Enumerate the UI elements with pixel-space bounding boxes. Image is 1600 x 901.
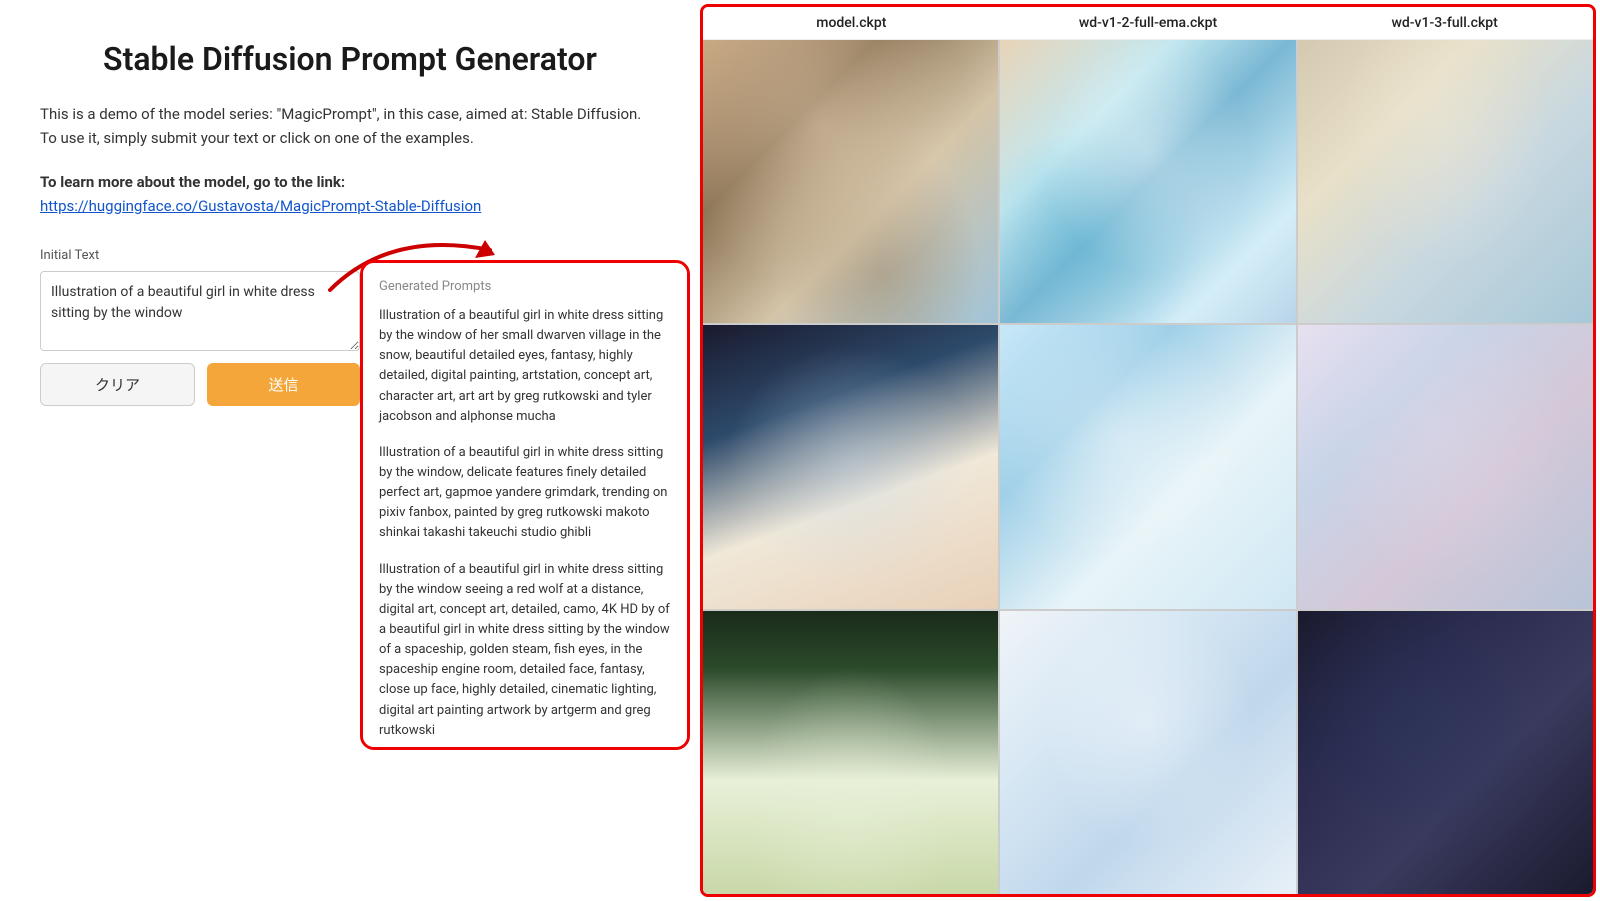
grid-image-2 [1000,40,1295,323]
right-panel: model.ckpt wd-v1-2-full-ema.ckpt wd-v1-3… [700,4,1596,897]
initial-text-input[interactable]: Illustration of a beautiful girl in whit… [40,271,360,351]
learn-more-link[interactable]: https://huggingface.co/Gustavosta/MagicP… [40,197,481,215]
clear-button[interactable]: クリア [40,363,195,406]
generated-prompts-box: Generated Prompts Illustration of a beau… [360,260,690,750]
page-title: Stable Diffusion Prompt Generator [40,40,660,78]
learn-more-label: To learn more about the model, go to the… [40,173,345,191]
grid-image-5 [1000,325,1295,608]
image-grid [703,40,1593,894]
model-header: model.ckpt wd-v1-2-full-ema.ckpt wd-v1-3… [703,7,1593,40]
description-text: This is a demo of the model series: "Mag… [40,102,660,150]
model-col-1: model.ckpt [703,15,1000,31]
grid-image-8 [1000,611,1295,894]
grid-image-1 [703,40,998,323]
model-col-3: wd-v1-3-full.ckpt [1296,15,1593,31]
submit-button[interactable]: 送信 [207,363,360,406]
prompt-2: Illustration of a beautiful girl in whit… [379,443,671,544]
grid-image-9 [1298,611,1593,894]
left-panel: Stable Diffusion Prompt Generator This i… [0,0,700,901]
grid-image-4 [703,325,998,608]
model-col-2: wd-v1-2-full-ema.ckpt [1000,15,1297,31]
prompt-1: Illustration of a beautiful girl in whit… [379,306,671,427]
generated-label: Generated Prompts [379,279,671,294]
prompt-3: Illustration of a beautiful girl in whit… [379,560,671,741]
learn-more-text: To learn more about the model, go to the… [40,170,660,218]
grid-image-3 [1298,40,1593,323]
button-row: クリア 送信 [40,363,360,406]
grid-image-6 [1298,325,1593,608]
grid-image-7 [703,611,998,894]
